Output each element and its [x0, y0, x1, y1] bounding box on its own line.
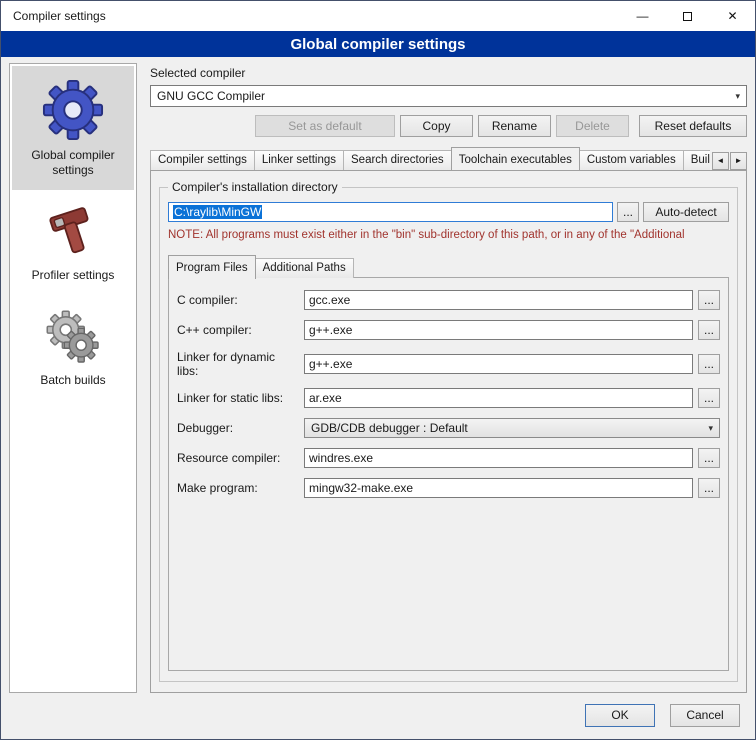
settings-tabstrip: Compiler settings Linker settings Search… — [150, 147, 747, 170]
sidebar-item-batch-builds[interactable]: Batch builds — [12, 295, 134, 400]
field-value: g++.exe — [309, 357, 352, 371]
field-value: mingw32-make.exe — [309, 481, 413, 495]
static-linker-input[interactable]: ar.exe — [304, 388, 693, 408]
field-value: gcc.exe — [309, 293, 350, 307]
cpp-compiler-row: C++ compiler: g++.exe ... — [177, 320, 720, 340]
ok-button[interactable]: OK — [585, 704, 655, 727]
tab-scroll-right-button[interactable]: ► — [730, 152, 747, 170]
field-value: windres.exe — [309, 451, 373, 465]
resource-compiler-input[interactable]: windres.exe — [304, 448, 693, 468]
c-compiler-browse-button[interactable]: ... — [698, 290, 720, 310]
selected-compiler-label: Selected compiler — [150, 66, 747, 80]
cpp-compiler-input[interactable]: g++.exe — [304, 320, 693, 340]
tabs-scroll-area: Compiler settings Linker settings Search… — [150, 147, 710, 170]
arrow-right-icon: ► — [735, 156, 743, 165]
field-label: Linker for dynamic libs: — [177, 350, 299, 378]
tab-build-options[interactable]: Build options — [683, 150, 710, 170]
dialog-footer: OK Cancel — [1, 699, 755, 739]
compiler-settings-dialog: Compiler settings — ✕ Global compiler se… — [0, 0, 756, 740]
debugger-select-value: GDB/CDB debugger : Default — [311, 421, 468, 435]
sidebar-item-label: Global compiler settings — [16, 148, 130, 178]
static-linker-row: Linker for static libs: ar.exe ... — [177, 388, 720, 408]
tab-search-directories[interactable]: Search directories — [343, 150, 452, 170]
static-linker-browse-button[interactable]: ... — [698, 388, 720, 408]
tab-toolchain-executables[interactable]: Toolchain executables — [451, 147, 580, 170]
tab-program-files[interactable]: Program Files — [168, 255, 256, 279]
bin-directory-note: NOTE: All programs must exist either in … — [168, 229, 729, 241]
tab-linker-settings[interactable]: Linker settings — [254, 150, 344, 170]
profiler-tool-icon — [44, 203, 102, 261]
program-files-tabstrip: Program Files Additional Paths — [168, 255, 729, 278]
chevron-down-icon: ▾ — [708, 423, 713, 434]
compiler-select[interactable]: GNU GCC Compiler ▾ — [150, 85, 747, 107]
cpp-compiler-browse-button[interactable]: ... — [698, 320, 720, 340]
installation-directory-row: C:\raylib\MinGW ... Auto-detect — [168, 202, 729, 222]
sidebar-item-profiler-settings[interactable]: Profiler settings — [12, 190, 134, 295]
rename-button[interactable]: Rename — [478, 115, 551, 137]
window-title: Compiler settings — [1, 9, 620, 23]
field-label: Resource compiler: — [177, 451, 299, 465]
tab-compiler-settings[interactable]: Compiler settings — [150, 150, 255, 170]
c-compiler-row: C compiler: gcc.exe ... — [177, 290, 720, 310]
field-label: Linker for static libs: — [177, 391, 299, 405]
tab-custom-variables[interactable]: Custom variables — [579, 150, 684, 170]
tab-scroll-buttons: ◄ ► — [712, 152, 747, 170]
copy-button[interactable]: Copy — [400, 115, 473, 137]
resource-compiler-row: Resource compiler: windres.exe ... — [177, 448, 720, 468]
close-button[interactable]: ✕ — [710, 1, 755, 31]
arrow-left-icon: ◄ — [717, 156, 725, 165]
debugger-select[interactable]: GDB/CDB debugger : Default ▾ — [304, 418, 720, 438]
maximize-button[interactable] — [665, 1, 710, 31]
reset-defaults-button[interactable]: Reset defaults — [639, 115, 747, 137]
compiler-select-value: GNU GCC Compiler — [157, 89, 265, 103]
field-label: C compiler: — [177, 293, 299, 307]
field-label: C++ compiler: — [177, 323, 299, 337]
set-as-default-button[interactable]: Set as default — [255, 115, 395, 137]
c-compiler-input[interactable]: gcc.exe — [304, 290, 693, 310]
field-value: ar.exe — [309, 391, 342, 405]
install-dir-value: C:\raylib\MinGW — [173, 205, 262, 219]
installation-directory-label: Compiler's installation directory — [168, 180, 342, 194]
installation-directory-group: Compiler's installation directory C:\ray… — [159, 187, 738, 682]
titlebar: Compiler settings — ✕ — [1, 1, 755, 31]
make-program-browse-button[interactable]: ... — [698, 478, 720, 498]
close-icon: ✕ — [727, 9, 737, 23]
tab-additional-paths[interactable]: Additional Paths — [255, 258, 354, 278]
make-program-input[interactable]: mingw32-make.exe — [304, 478, 693, 498]
install-dir-input[interactable]: C:\raylib\MinGW — [168, 202, 613, 222]
delete-button[interactable]: Delete — [556, 115, 629, 137]
autodetect-button[interactable]: Auto-detect — [643, 202, 729, 222]
program-files-panel: C compiler: gcc.exe ... C++ compiler: g+… — [168, 277, 729, 671]
field-label: Debugger: — [177, 421, 299, 435]
minimize-button[interactable]: — — [620, 1, 665, 31]
page-title: Global compiler settings — [1, 31, 755, 57]
install-dir-browse-button[interactable]: ... — [617, 202, 639, 222]
maximize-icon — [683, 12, 692, 21]
blue-gear-icon — [42, 79, 104, 141]
dynamic-linker-browse-button[interactable]: ... — [698, 354, 720, 374]
field-value: g++.exe — [309, 323, 352, 337]
compiler-actions: Set as default Copy Rename Delete Reset … — [150, 115, 747, 137]
field-label: Make program: — [177, 481, 299, 495]
debugger-row: Debugger: GDB/CDB debugger : Default ▾ — [177, 418, 720, 438]
chevron-down-icon: ▾ — [735, 91, 740, 102]
toolchain-executables-panel: Compiler's installation directory C:\ray… — [150, 170, 747, 693]
dynamic-linker-input[interactable]: g++.exe — [304, 354, 693, 374]
cancel-button[interactable]: Cancel — [670, 704, 740, 727]
tab-scroll-left-button[interactable]: ◄ — [712, 152, 729, 170]
make-program-row: Make program: mingw32-make.exe ... — [177, 478, 720, 498]
settings-category-list: Global compiler settings Profiler settin… — [9, 63, 137, 693]
minimize-icon: — — [637, 9, 649, 23]
sidebar-item-label: Profiler settings — [32, 268, 115, 283]
gray-gears-icon — [44, 308, 102, 366]
sidebar-item-label: Batch builds — [40, 373, 105, 388]
sidebar-item-global-compiler-settings[interactable]: Global compiler settings — [12, 66, 134, 190]
dynamic-linker-row: Linker for dynamic libs: g++.exe ... — [177, 350, 720, 378]
resource-compiler-browse-button[interactable]: ... — [698, 448, 720, 468]
